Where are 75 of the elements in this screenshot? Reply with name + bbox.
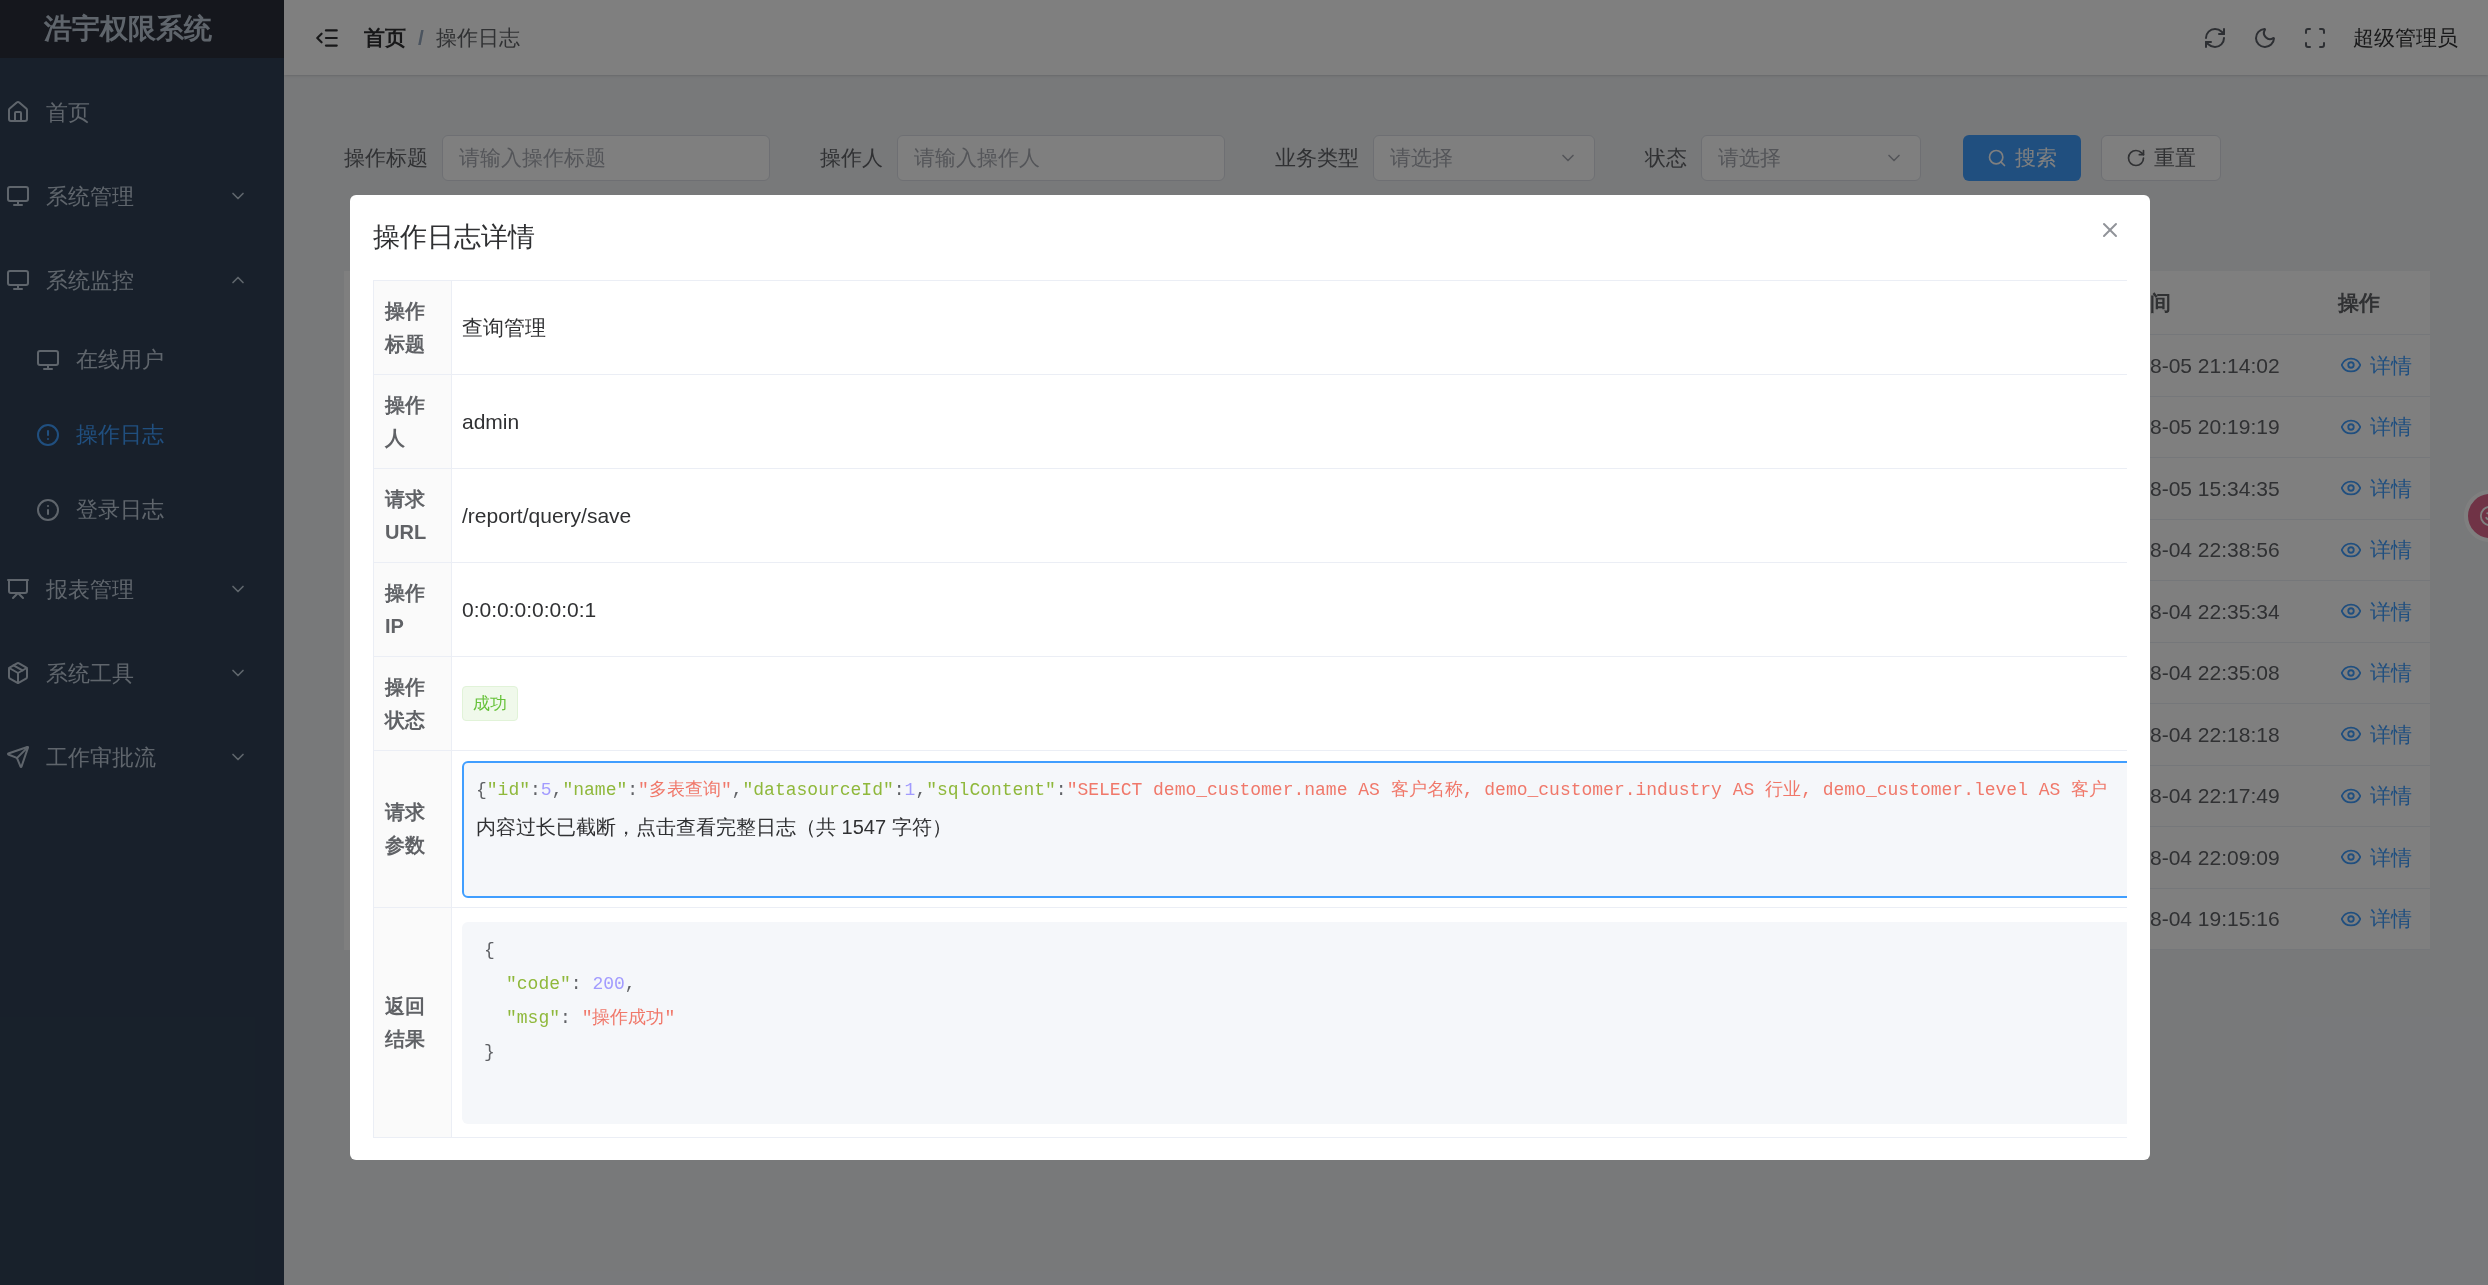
code-line: "code": 200, <box>505 973 637 996</box>
table-cell-text: 8-05 21:14:02 <box>2150 352 2280 379</box>
breadcrumb-item[interactable]: 首页 <box>364 21 406 54</box>
menu-icon <box>6 268 30 292</box>
breadcrumb-separator: / <box>418 24 424 51</box>
form-label: 业务类型 <box>1275 145 1359 172</box>
table-cell-text: 8-04 22:35:34 <box>2150 598 2280 625</box>
detail-link[interactable]: 详情 <box>2340 472 2412 504</box>
menu-icon <box>6 577 30 601</box>
field-label: 操作状态 <box>385 674 426 733</box>
field-label: 请求URL <box>385 486 428 545</box>
sidebar-menu-item[interactable]: 工作审批流 <box>0 715 284 799</box>
submenu-icon <box>36 422 60 447</box>
menu-icon <box>6 745 30 769</box>
field-value: 查询管理 <box>462 314 546 341</box>
sidebar-menu-item[interactable]: 系统工具 <box>0 631 284 715</box>
table-cell-text: 8-04 22:38:56 <box>2150 537 2280 563</box>
detail-link[interactable]: 详情 <box>2340 780 2412 812</box>
detail-link[interactable]: 详情 <box>2340 903 2412 935</box>
reset-button[interactable]: 重置 <box>2101 135 2221 181</box>
detail-link[interactable]: 详情 <box>2340 595 2412 627</box>
sidebar-menu-item[interactable]: 系统监控 <box>0 238 284 322</box>
table-cell-text: 8-04 22:35:08 <box>2150 660 2280 686</box>
field-label: 返回结果 <box>385 993 426 1052</box>
table-cell-text: 8-04 22:09:09 <box>2150 844 2280 871</box>
field-value: admin <box>462 408 520 435</box>
field-label: 操作标题 <box>385 298 426 357</box>
table-cell-text: 8-05 20:19:19 <box>2150 414 2280 440</box>
submenu-icon <box>36 347 60 372</box>
field-value: 0:0:0:0:0:0:0:1 <box>462 596 597 623</box>
field-value: /report/query/save <box>462 502 632 529</box>
code-line: { <box>484 939 495 962</box>
menu-icon <box>6 661 30 685</box>
moon-icon[interactable] <box>2253 25 2277 50</box>
code-line: "msg": "操作成功" <box>505 1007 677 1030</box>
table-cell-text: 8-04 22:18:18 <box>2150 721 2280 748</box>
field-label: 请求参数 <box>385 800 426 858</box>
table-cell-text: 8-04 19:15:16 <box>2150 906 2280 932</box>
sidebar-submenu-item[interactable]: 登录日志 <box>0 472 284 547</box>
detail-link[interactable]: 详情 <box>2340 534 2412 566</box>
app-logo-title: 浩宇权限系统 <box>44 12 212 46</box>
sidebar-submenu-item[interactable]: 在线用户 <box>0 322 284 397</box>
dialog-title: 操作日志详情 <box>373 221 536 255</box>
detail-link[interactable]: 详情 <box>2340 841 2412 873</box>
detail-link[interactable]: 详情 <box>2340 349 2412 381</box>
fullscreen-icon[interactable] <box>2303 25 2327 50</box>
search-button[interactable]: 搜索 <box>1963 135 2081 181</box>
breadcrumb-item: 操作日志 <box>435 24 520 51</box>
refresh-icon[interactable] <box>2203 25 2227 50</box>
detail-link[interactable]: 详情 <box>2340 657 2412 689</box>
sidebar-submenu-item[interactable]: 操作日志 <box>0 397 284 472</box>
menu-icon <box>6 184 30 208</box>
form-label: 状态 <box>1645 145 1687 172</box>
menu-icon <box>6 100 30 124</box>
sidebar-menu-item[interactable]: 报表管理 <box>0 547 284 631</box>
table-cell-text: 8-04 22:17:49 <box>2150 783 2280 809</box>
table-cell-text: 8-05 15:34:35 <box>2150 475 2280 502</box>
field-label: 操作人 <box>385 392 426 451</box>
sidebar-menu-item[interactable]: 首页 <box>0 70 284 154</box>
form-label: 操作人 <box>820 145 883 172</box>
detail-link[interactable]: 详情 <box>2340 718 2412 750</box>
refresh-icon <box>2126 148 2146 168</box>
truncation-note[interactable]: 内容过长已截断，点击查看完整日志（共 1547 字符） <box>476 811 2127 842</box>
user-name[interactable]: 超级管理员 <box>2353 21 2458 54</box>
status-tag: 成功 <box>462 685 518 722</box>
sidebar-menu-item[interactable]: 系统管理 <box>0 154 284 238</box>
submenu-icon <box>36 497 60 522</box>
detail-link[interactable]: 详情 <box>2340 411 2412 443</box>
code-line: } <box>484 1041 495 1064</box>
column-header: 操作 <box>2336 289 2380 316</box>
field-label: 操作IP <box>385 580 426 639</box>
search-icon <box>1987 148 2007 168</box>
column-header: 间 <box>2150 289 2171 316</box>
code-line: {"id":5,"name":"多表查询","datasourceId":1,"sqlContent":"SELECT demo_customer.name AS 客户名称, demo_customer.industry AS 行业, demo_customer.level AS 客户 <box>476 778 2109 802</box>
form-label: 操作标题 <box>344 145 428 172</box>
